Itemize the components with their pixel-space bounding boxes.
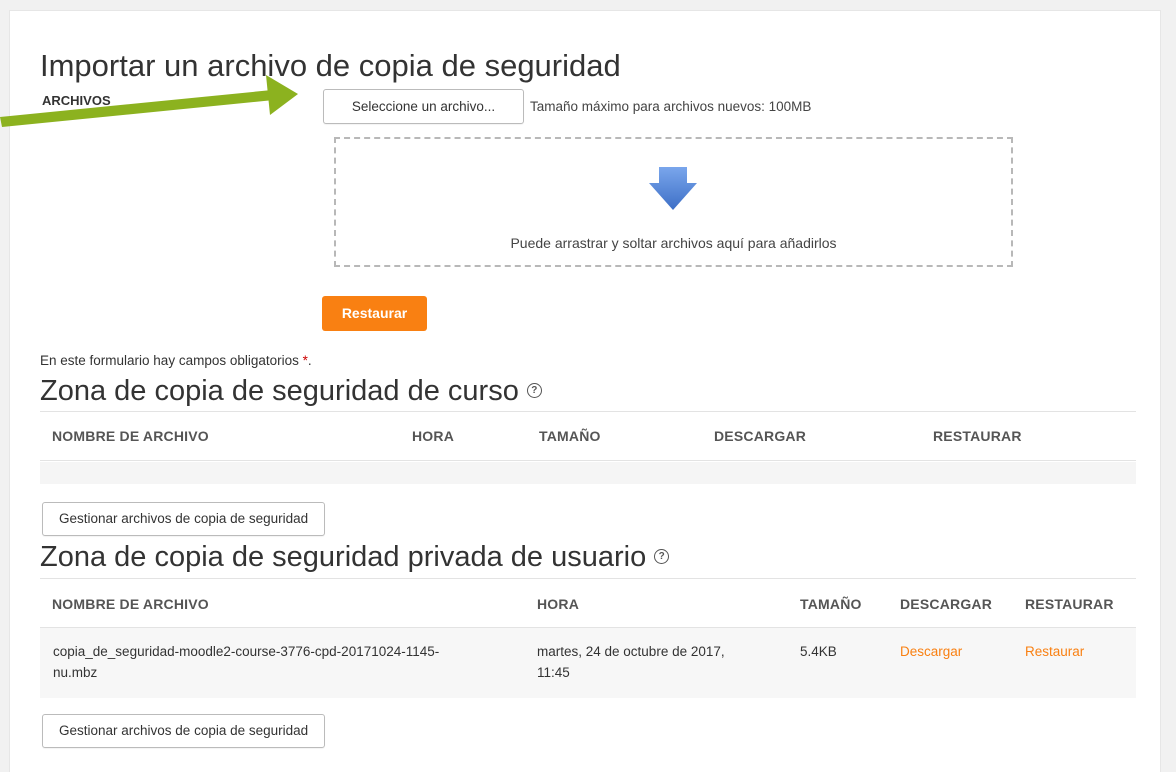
required-note-text: En este formulario hay campos obligatori…	[40, 353, 299, 368]
manage-course-backups-button[interactable]: Gestionar archivos de copia de seguridad	[42, 502, 326, 536]
backup-filename-line1: copia_de_seguridad-moodle2-course-3776-c…	[53, 644, 440, 659]
required-note: En este formulario hay campos obligatori…	[40, 353, 312, 368]
backup-time: martes, 24 de octubre de 2017, 11:45	[537, 641, 787, 683]
select-file-button[interactable]: Seleccione un archivo...	[323, 89, 524, 124]
table-row-empty	[40, 462, 1136, 484]
backup-time-line1: martes, 24 de octubre de 2017,	[537, 644, 725, 659]
col-header-size: TAMAÑO	[800, 596, 862, 612]
file-dropzone[interactable]: Puede arrastrar y soltar archivos aquí p…	[334, 137, 1013, 267]
files-label: ARCHIVOS	[42, 93, 111, 108]
divider	[40, 578, 1136, 579]
download-link[interactable]: Descargar	[900, 644, 962, 659]
backup-filename: copia_de_seguridad-moodle2-course-3776-c…	[53, 641, 523, 683]
user-zone-title-text: Zona de copia de seguridad privada de us…	[40, 541, 647, 573]
col-header-restore: RESTAURAR	[933, 428, 1022, 444]
drop-text: Puede arrastrar y soltar archivos aquí p…	[510, 235, 837, 251]
help-icon[interactable]: ?	[654, 548, 670, 564]
backup-size: 5.4KB	[800, 644, 837, 659]
col-header-filename: NOMBRE DE ARCHIVO	[52, 428, 209, 444]
col-header-size: TAMAÑO	[539, 428, 601, 444]
divider	[40, 460, 1136, 461]
help-icon[interactable]: ?	[526, 382, 542, 398]
course-zone-title: Zona de copia de seguridad de curso?	[40, 375, 542, 408]
backup-time-line2: 11:45	[537, 665, 570, 680]
user-zone-title: Zona de copia de seguridad privada de us…	[40, 541, 670, 574]
course-zone-title-text: Zona de copia de seguridad de curso	[40, 375, 519, 407]
col-header-time: HORA	[412, 428, 455, 444]
col-header-time: HORA	[537, 596, 580, 612]
max-size-text: Tamaño máximo para archivos nuevos: 100M…	[530, 99, 812, 114]
col-header-restore: RESTAURAR	[1025, 596, 1114, 612]
col-header-filename: NOMBRE DE ARCHIVO	[52, 596, 209, 612]
down-arrow-icon	[649, 167, 697, 210]
col-header-download: DESCARGAR	[714, 428, 807, 444]
manage-user-backups-button[interactable]: Gestionar archivos de copia de seguridad	[42, 714, 326, 748]
col-header-download: DESCARGAR	[900, 596, 993, 612]
restore-button[interactable]: Restaurar	[322, 296, 427, 331]
divider	[40, 411, 1136, 412]
backup-filename-line2: nu.mbz	[53, 665, 98, 680]
required-period: .	[307, 353, 312, 368]
restore-link[interactable]: Restaurar	[1025, 644, 1084, 659]
